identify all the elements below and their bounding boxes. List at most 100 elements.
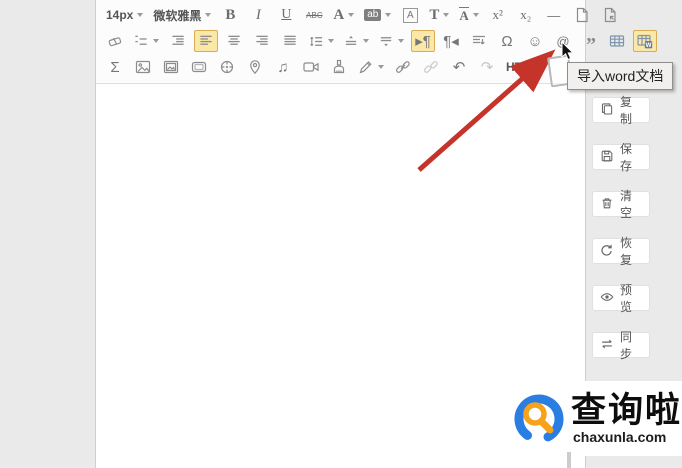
align-left-button[interactable] bbox=[194, 30, 218, 52]
chevron-down-icon bbox=[443, 13, 449, 17]
char-border-button[interactable]: A bbox=[398, 4, 422, 26]
redo-button-glyph: ↷ bbox=[481, 58, 494, 76]
undo-button-glyph: ↶ bbox=[453, 58, 466, 76]
spaceBottom-icon bbox=[379, 34, 394, 49]
graffiti-button[interactable] bbox=[215, 56, 239, 78]
align-center-button[interactable] bbox=[222, 30, 246, 52]
page: 14px微软雅黑BIUABCAabATAx²x₂—▸¶¶◂Ω☺@”WΣ♫↶↷HT… bbox=[0, 0, 682, 468]
restore-button-label: 恢复 bbox=[620, 234, 642, 268]
table-icon bbox=[609, 33, 625, 49]
save-icon bbox=[600, 149, 614, 166]
chevron-down-icon bbox=[398, 39, 404, 43]
strikethrough-button-glyph: ABC bbox=[306, 11, 322, 20]
superscript-button[interactable]: x² bbox=[486, 4, 510, 26]
font-size-select-label: 14px bbox=[106, 8, 133, 22]
subscript-button[interactable]: x₂ bbox=[514, 4, 538, 26]
italic-button-glyph: I bbox=[256, 7, 261, 24]
attachment-button[interactable] bbox=[327, 56, 351, 78]
emotion-button-glyph: ☺ bbox=[527, 33, 542, 50]
template-icon bbox=[602, 7, 618, 23]
underline-button[interactable]: U bbox=[274, 4, 298, 26]
strikethrough-button[interactable]: ABC bbox=[302, 4, 326, 26]
space-before-button[interactable] bbox=[341, 30, 372, 52]
blockquote-button[interactable]: ” bbox=[579, 30, 603, 52]
html-source-button-label: HTML bbox=[506, 60, 539, 74]
editor-toolbar: 14px微软雅黑BIUABCAabATAx²x₂—▸¶¶◂Ω☺@”WΣ♫↶↷HT… bbox=[96, 0, 585, 84]
image-icon bbox=[135, 59, 151, 75]
font-color-button[interactable]: A bbox=[330, 4, 357, 26]
special-char-button[interactable]: Ω bbox=[495, 30, 519, 52]
chevron-down-icon bbox=[205, 13, 211, 17]
letter-case-button[interactable]: A bbox=[456, 4, 481, 26]
unlink-icon bbox=[423, 59, 439, 75]
horizontal-rule-button[interactable]: — bbox=[542, 4, 566, 26]
align-justify-button[interactable] bbox=[278, 30, 302, 52]
scrawl-button[interactable] bbox=[355, 56, 387, 78]
preview-button[interactable]: 预览 bbox=[592, 285, 650, 311]
superscript-button-glyph: x² bbox=[493, 7, 503, 23]
image-button[interactable] bbox=[131, 56, 155, 78]
background-color-button[interactable]: ab bbox=[361, 4, 394, 26]
align-right-button[interactable] bbox=[250, 30, 274, 52]
italic-button[interactable]: I bbox=[246, 4, 270, 26]
bold-button-glyph: B bbox=[225, 7, 235, 24]
ltr-paragraph-button-glyph: ▸¶ bbox=[415, 32, 431, 50]
indent-button[interactable] bbox=[166, 30, 190, 52]
auto-typeset-button[interactable] bbox=[467, 30, 491, 52]
format-eraser-button[interactable] bbox=[103, 30, 127, 52]
album-button[interactable] bbox=[159, 56, 183, 78]
save-button[interactable]: 保存 bbox=[592, 144, 650, 170]
search-replace-button[interactable]: @ bbox=[551, 30, 575, 52]
chevron-down-icon bbox=[137, 13, 143, 17]
font-size-select[interactable]: 14px bbox=[103, 4, 146, 26]
screenshot-button[interactable] bbox=[187, 56, 211, 78]
paragraph-style-button[interactable]: T bbox=[426, 4, 452, 26]
search-replace-button-glyph: @ bbox=[556, 34, 569, 49]
formula-button[interactable]: Σ bbox=[103, 56, 127, 78]
rtl-paragraph-button[interactable]: ¶◂ bbox=[439, 30, 463, 52]
undo-button[interactable]: ↶ bbox=[447, 56, 471, 78]
ltr-paragraph-button[interactable]: ▸¶ bbox=[411, 30, 435, 52]
alignRight-icon bbox=[255, 34, 270, 49]
video-button[interactable] bbox=[299, 56, 323, 78]
blockquote-button-glyph: ” bbox=[586, 33, 596, 49]
map-button[interactable] bbox=[243, 56, 267, 78]
font-family-select[interactable]: 微软雅黑 bbox=[150, 4, 214, 26]
html-source-button[interactable]: HTML bbox=[503, 56, 542, 78]
copy-icon bbox=[600, 102, 614, 119]
sync-button[interactable]: 同步 bbox=[592, 332, 650, 358]
emotion-button[interactable]: ☺ bbox=[523, 30, 547, 52]
toolbar-row-2: ▸¶¶◂Ω☺@”W bbox=[101, 28, 580, 54]
table-button[interactable] bbox=[605, 30, 629, 52]
space-after-button[interactable] bbox=[376, 30, 407, 52]
copy-button[interactable]: 复制 bbox=[592, 97, 650, 123]
formula-button-glyph: Σ bbox=[110, 59, 119, 76]
restore-button[interactable]: 恢复 bbox=[592, 238, 650, 264]
spaceTop-icon bbox=[344, 34, 359, 49]
music-button[interactable]: ♫ bbox=[271, 56, 295, 78]
template-button[interactable] bbox=[598, 4, 622, 26]
chaxunla-logo-icon bbox=[511, 391, 567, 447]
redo-button[interactable]: ↷ bbox=[475, 56, 499, 78]
eye-icon bbox=[600, 290, 614, 307]
clear-button[interactable]: 清空 bbox=[592, 191, 650, 217]
font-family-select-label: 微软雅黑 bbox=[153, 7, 201, 24]
eraser-icon bbox=[107, 33, 123, 49]
chevron-down-icon bbox=[363, 39, 369, 43]
watermark-logo: 查询啦 chaxunla.com bbox=[503, 381, 682, 456]
link-button[interactable] bbox=[391, 56, 415, 78]
alignCenter-icon bbox=[227, 34, 242, 49]
import-word-tooltip: 导入word文档 bbox=[567, 62, 673, 90]
list-style-button[interactable] bbox=[131, 30, 162, 52]
toolbar-row-1: 14px微软雅黑BIUABCAabATAx²x₂— bbox=[101, 2, 580, 28]
unlink-button[interactable] bbox=[419, 56, 443, 78]
word-import-button[interactable]: W bbox=[633, 30, 657, 52]
typeset-icon bbox=[471, 33, 487, 49]
bold-button[interactable]: B bbox=[218, 4, 242, 26]
line-spacing-button[interactable] bbox=[306, 30, 337, 52]
watermark-title: 查询啦 bbox=[571, 393, 682, 428]
chevron-down-icon bbox=[153, 39, 159, 43]
char-border-button-glyph: A bbox=[403, 8, 418, 23]
list-icon bbox=[134, 34, 149, 49]
new-document-button[interactable] bbox=[570, 4, 594, 26]
